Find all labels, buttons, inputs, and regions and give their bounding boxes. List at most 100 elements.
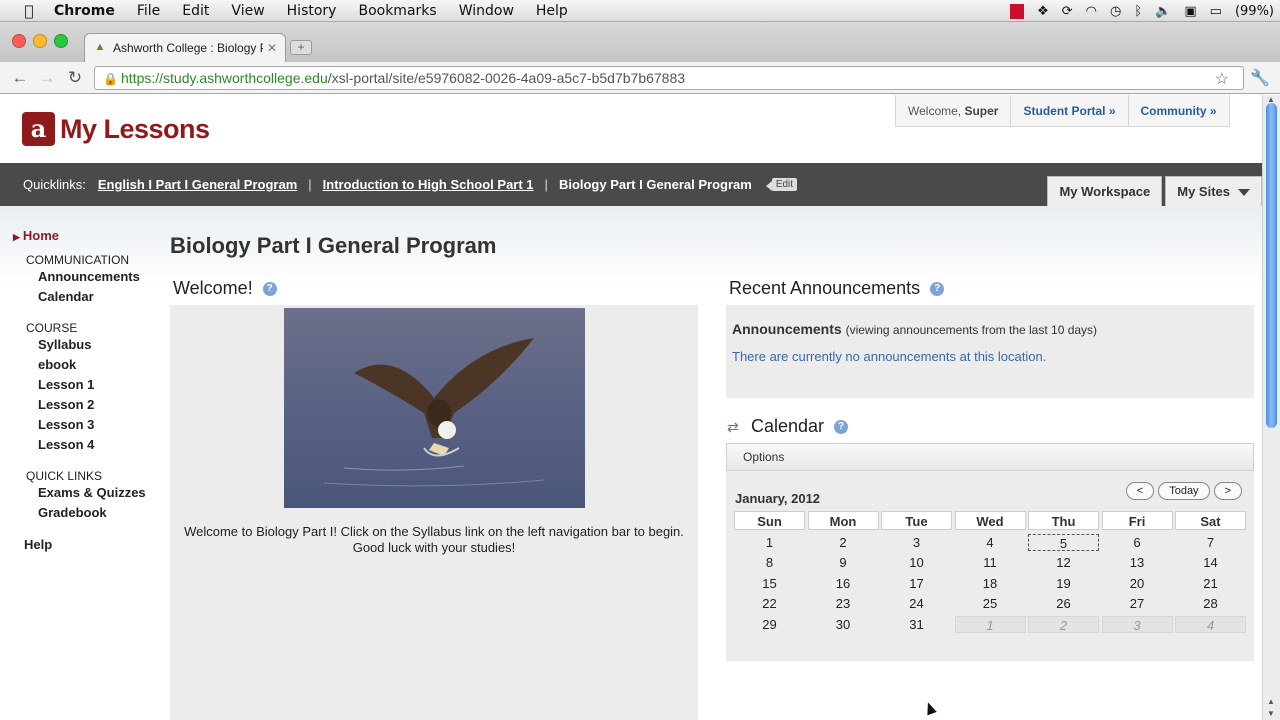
battery-icon[interactable]: ▭ <box>1210 4 1222 19</box>
quicklink-current-biology[interactable]: Biology Part I General Program <box>559 177 752 192</box>
calendar-day[interactable]: 12 <box>1028 554 1099 571</box>
nav-help[interactable]: Help <box>24 537 163 552</box>
calendar-day[interactable]: 20 <box>1102 575 1173 592</box>
nav-home[interactable]: ▶ Home <box>13 228 163 243</box>
nav-item-gradebook[interactable]: Gradebook <box>38 503 163 523</box>
calendar-day[interactable]: 15 <box>734 575 805 592</box>
calendar-day[interactable]: 31 <box>881 616 952 633</box>
help-question-icon[interactable]: ? <box>262 282 277 297</box>
my-workspace-tab[interactable]: My Workspace <box>1047 176 1163 206</box>
zoom-window-button[interactable] <box>54 34 68 48</box>
input-menu-icon[interactable]: ▣ <box>1184 4 1196 19</box>
refresh-icon[interactable]: ⇄ <box>727 419 739 436</box>
calendar-day[interactable]: 29 <box>734 616 805 633</box>
calendar-day[interactable]: 18 <box>955 575 1026 592</box>
nav-item-announcements[interactable]: Announcements <box>38 267 163 287</box>
calendar-day[interactable]: 1 <box>734 534 805 551</box>
calendar-day[interactable]: 2 <box>808 534 879 551</box>
calendar-next-button[interactable]: > <box>1213 482 1242 500</box>
bookmark-star-icon[interactable]: ☆ <box>1215 69 1229 89</box>
scrollbar-thumb[interactable] <box>1266 103 1277 428</box>
calendar-day[interactable]: 25 <box>955 595 1026 612</box>
announcements-title-text: Recent Announcements <box>729 278 921 298</box>
apple-icon[interactable]:  <box>18 2 40 20</box>
wifi-icon[interactable]: ◠ <box>1086 4 1097 19</box>
menu-history[interactable]: History <box>287 3 337 19</box>
browser-tab-active[interactable]: ▲ Ashworth College : Biology P ✕ <box>84 33 286 62</box>
menu-file[interactable]: File <box>137 3 160 19</box>
forward-icon[interactable]: → <box>37 68 57 88</box>
vertical-scrollbar[interactable]: ▲ ▲ ▼ <box>1262 95 1280 720</box>
calendar-day[interactable]: 19 <box>1028 575 1099 592</box>
calendar-day[interactable]: 26 <box>1028 595 1099 612</box>
calendar-day-next-month[interactable]: 4 <box>1175 615 1246 633</box>
calendar-day[interactable]: 27 <box>1102 595 1173 612</box>
minimize-window-button[interactable] <box>33 34 47 48</box>
quicklink-english[interactable]: English I Part I General Program <box>98 177 297 192</box>
calendar-prev-button[interactable]: < <box>1125 482 1155 500</box>
calendar-day-today[interactable]: 5 <box>1028 533 1099 551</box>
wrench-menu-icon[interactable]: 🔧 <box>1250 68 1270 88</box>
calendar-day[interactable]: 16 <box>808 575 879 592</box>
nav-item-lesson-2[interactable]: Lesson 2 <box>38 395 163 415</box>
calendar-day[interactable]: 24 <box>881 595 952 612</box>
calendar-options-button[interactable]: Options <box>726 443 1254 471</box>
close-tab-icon[interactable]: ✕ <box>267 41 277 55</box>
menu-view[interactable]: View <box>231 3 264 19</box>
menu-window[interactable]: Window <box>459 3 514 19</box>
calendar-day-next-month[interactable]: 3 <box>1101 615 1173 633</box>
menu-help[interactable]: Help <box>536 3 568 19</box>
quicklink-intro-high-school[interactable]: Introduction to High School Part 1 <box>323 177 534 192</box>
community-link[interactable]: Community » <box>1129 95 1229 126</box>
quicklinks-edit-button[interactable]: Edit <box>765 178 798 191</box>
site-logo[interactable]: a My Lessons <box>22 112 210 146</box>
scroll-up-arrow-icon[interactable]: ▲ <box>1267 697 1275 706</box>
calendar-day-next-month[interactable]: 1 <box>954 615 1026 633</box>
calendar-day[interactable]: 30 <box>808 616 879 633</box>
calendar-day[interactable]: 4 <box>955 534 1026 551</box>
calendar-day[interactable]: 7 <box>1175 534 1246 551</box>
reload-icon[interactable]: ↻ <box>65 68 85 88</box>
calendar-day[interactable]: 21 <box>1175 575 1246 592</box>
nav-item-lesson-1[interactable]: Lesson 1 <box>38 375 163 395</box>
nav-item-ebook[interactable]: ebook <box>38 355 163 375</box>
calendar-day[interactable]: 8 <box>734 554 805 571</box>
status-icons: ❖ ⟳ ◠ ◷ ᛒ 🔈 ▣ ▭ (99%) <box>1010 0 1274 22</box>
nav-item-lesson-4[interactable]: Lesson 4 <box>38 435 163 455</box>
calendar-day[interactable]: 9 <box>808 554 879 571</box>
calendar-day[interactable]: 14 <box>1175 554 1246 571</box>
nav-item-lesson-3[interactable]: Lesson 3 <box>38 415 163 435</box>
address-bar[interactable]: 🔒 https://study.ashworthcollege.edu /xsl… <box>94 66 1244 90</box>
calendar-today-button[interactable]: Today <box>1158 482 1210 500</box>
menu-bookmarks[interactable]: Bookmarks <box>358 3 436 19</box>
calendar-day[interactable]: 23 <box>808 595 879 612</box>
calendar-day[interactable]: 10 <box>881 554 952 571</box>
calendar-day[interactable]: 17 <box>881 575 952 592</box>
calendar-day[interactable]: 28 <box>1175 595 1246 612</box>
volume-icon[interactable]: 🔈 <box>1155 4 1171 19</box>
student-portal-link[interactable]: Student Portal » <box>1011 95 1129 126</box>
calendar-day[interactable]: 11 <box>955 554 1026 571</box>
nav-item-exams-quizzes[interactable]: Exams & Quizzes <box>38 483 163 503</box>
my-sites-tab[interactable]: My Sites <box>1165 176 1262 206</box>
calendar-day[interactable]: 6 <box>1102 534 1173 551</box>
nav-item-syllabus[interactable]: Syllabus <box>38 335 163 355</box>
calendar-day-next-month[interactable]: 2 <box>1028 615 1099 633</box>
help-question-icon[interactable]: ? <box>930 282 945 297</box>
bluetooth-icon[interactable]: ᛒ <box>1134 4 1142 19</box>
help-question-icon[interactable]: ? <box>834 420 849 435</box>
calendar-day[interactable]: 22 <box>734 595 805 612</box>
menu-app-chrome[interactable]: Chrome <box>54 3 115 19</box>
calendar-day[interactable]: 13 <box>1102 554 1173 571</box>
flash-icon[interactable] <box>1010 3 1025 19</box>
dropbox-icon[interactable]: ❖ <box>1037 4 1049 19</box>
sync-icon[interactable]: ⟳ <box>1062 4 1073 19</box>
calendar-day[interactable]: 3 <box>881 534 952 551</box>
close-window-button[interactable] <box>12 34 26 48</box>
back-icon[interactable]: ← <box>10 68 30 88</box>
menu-edit[interactable]: Edit <box>182 3 209 19</box>
time-machine-icon[interactable]: ◷ <box>1110 4 1121 19</box>
scroll-down-arrow-icon[interactable]: ▼ <box>1267 709 1275 718</box>
new-tab-button[interactable]: + <box>290 40 312 55</box>
nav-item-calendar[interactable]: Calendar <box>38 287 163 307</box>
